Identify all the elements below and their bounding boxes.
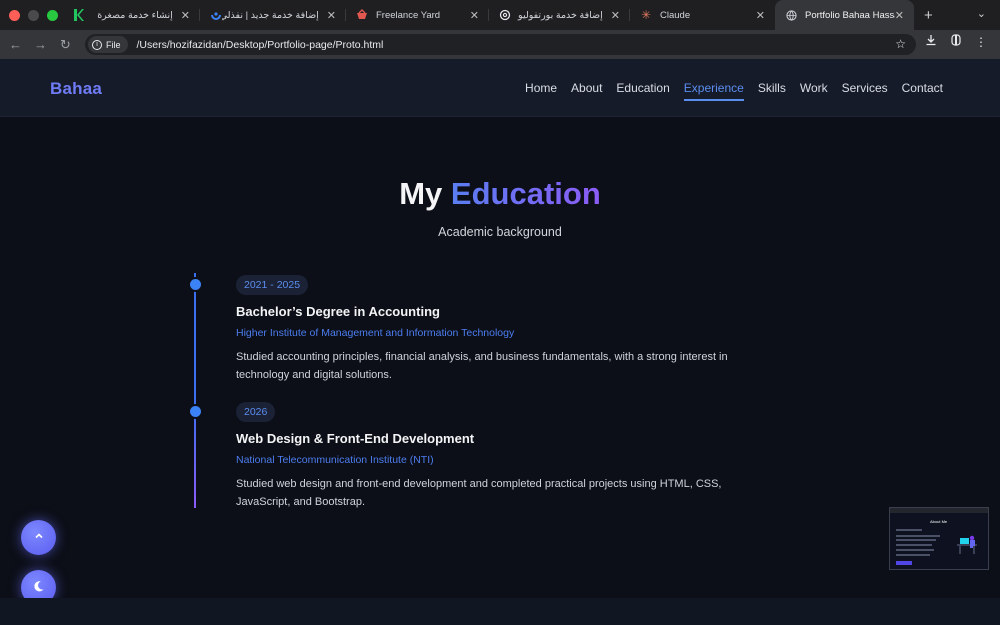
nav-experience[interactable]: Experience (683, 81, 744, 101)
timeline-line (194, 273, 196, 508)
chevron-up-icon (33, 530, 45, 545)
maximize-window-button[interactable] (47, 9, 58, 21)
freelance-yard-icon (356, 9, 368, 21)
institution-name: National Telecommunication Institute (NT… (236, 454, 434, 466)
bookmark-star-icon[interactable]: ☆ (895, 37, 906, 51)
main-nav: Home About Education Experience Skills W… (525, 81, 943, 101)
new-tab-icon[interactable]: + (914, 7, 933, 24)
preview-thumbnail[interactable]: About Me (889, 507, 989, 570)
browser-tab[interactable]: إنشاء خدمة مصغرة ✕ (62, 0, 200, 30)
preview-line (896, 535, 940, 537)
education-item: 2026 Web Design & Front-End Development … (236, 402, 796, 511)
info-icon: i (92, 39, 102, 50)
nav-home[interactable]: Home (525, 81, 557, 100)
extensions-icon[interactable] (949, 34, 963, 49)
close-tab-icon[interactable]: ✕ (895, 9, 904, 22)
preview-line (896, 544, 932, 546)
close-tab-icon[interactable]: ✕ (181, 9, 190, 22)
year-badge: 2021 - 2025 (236, 275, 309, 295)
scroll-to-top-button[interactable] (21, 520, 56, 555)
close-tab-icon[interactable]: ✕ (327, 9, 336, 22)
close-tab-icon[interactable]: ✕ (611, 9, 620, 22)
preview-titlebar (890, 508, 988, 513)
minimize-window-button[interactable] (28, 9, 39, 21)
education-item: 2021 - 2025 Bachelor’s Degree in Account… (236, 275, 796, 384)
url-text[interactable]: /Users/hozifazidan/Desktop/Portfolio-pag… (137, 39, 384, 51)
logo[interactable]: Bahaa (50, 79, 102, 99)
download-icon[interactable] (924, 34, 938, 49)
timeline-dot (190, 279, 201, 290)
close-tab-icon[interactable]: ✕ (756, 9, 765, 22)
preview-line (896, 554, 930, 556)
forward-arrow-icon[interactable]: → (28, 37, 53, 52)
section-title: My Education (399, 176, 601, 211)
year-badge: 2026 (236, 402, 276, 422)
browser-tab[interactable]: Freelance Yard ✕ (346, 0, 489, 30)
timeline-dot (190, 406, 201, 417)
degree-title: Bachelor’s Degree in Accounting (236, 304, 440, 319)
back-arrow-icon[interactable]: ← (3, 37, 28, 52)
degree-title: Web Design & Front-End Development (236, 431, 475, 446)
nav-work[interactable]: Work (800, 81, 828, 100)
browser-tab[interactable]: إضافة خدمة جديد | نفذلي ✕ (200, 0, 346, 30)
address-bar[interactable]: i File /Users/hozifazidan/Desktop/Portfo… (85, 34, 916, 55)
preview-title: About Me (930, 519, 948, 524)
preview-line (896, 529, 922, 531)
site-info-chip[interactable]: i File (88, 36, 128, 53)
nav-education[interactable]: Education (616, 81, 669, 100)
preview-line (896, 549, 934, 551)
section-subtitle: Academic background (438, 225, 562, 239)
browser-tab-bar: إنشاء خدمة مصغرة ✕ إضافة خدمة جديد | نفذ… (0, 0, 1000, 30)
browser-toolbar: ← → ↻ i File /Users/hozifazidan/Desktop/… (0, 30, 1000, 59)
tab-search-chevron-icon[interactable]: ⌄ (977, 7, 986, 20)
close-tab-icon[interactable]: ✕ (470, 9, 479, 22)
education-description: Studied web design and front-end develop… (236, 478, 722, 508)
k-logo-icon (72, 9, 84, 21)
preview-button (896, 561, 912, 565)
more-menu-icon[interactable]: ⋮ (974, 35, 988, 49)
openai-icon (499, 9, 511, 21)
browser-tab-active[interactable]: Portfolio Bahaa Hassan ✕ (775, 0, 914, 30)
nav-about[interactable]: About (571, 81, 602, 100)
nav-contact[interactable]: Contact (902, 81, 943, 100)
education-description: Studied accounting principles, financial… (236, 351, 728, 381)
institution-name: Higher Institute of Management and Infor… (236, 327, 515, 339)
reload-icon[interactable]: ↻ (53, 37, 78, 53)
nav-services[interactable]: Services (842, 81, 888, 100)
site-header: Bahaa Home About Education Experience Sk… (0, 59, 1000, 117)
browser-tab[interactable]: ✳ Claude ✕ (630, 0, 775, 30)
claude-icon: ✳ (640, 8, 652, 22)
preview-line (896, 539, 936, 541)
window-controls (0, 9, 62, 21)
preview-illustration (957, 535, 977, 554)
moon-icon (32, 580, 45, 596)
globe-icon (785, 9, 797, 21)
close-window-button[interactable] (9, 9, 20, 21)
next-section-strip (0, 598, 1000, 625)
nav-skills[interactable]: Skills (758, 81, 786, 100)
nafethly-icon (210, 9, 222, 21)
browser-tab[interactable]: إضافة خدمة بورتفوليو ✕ (489, 0, 630, 30)
